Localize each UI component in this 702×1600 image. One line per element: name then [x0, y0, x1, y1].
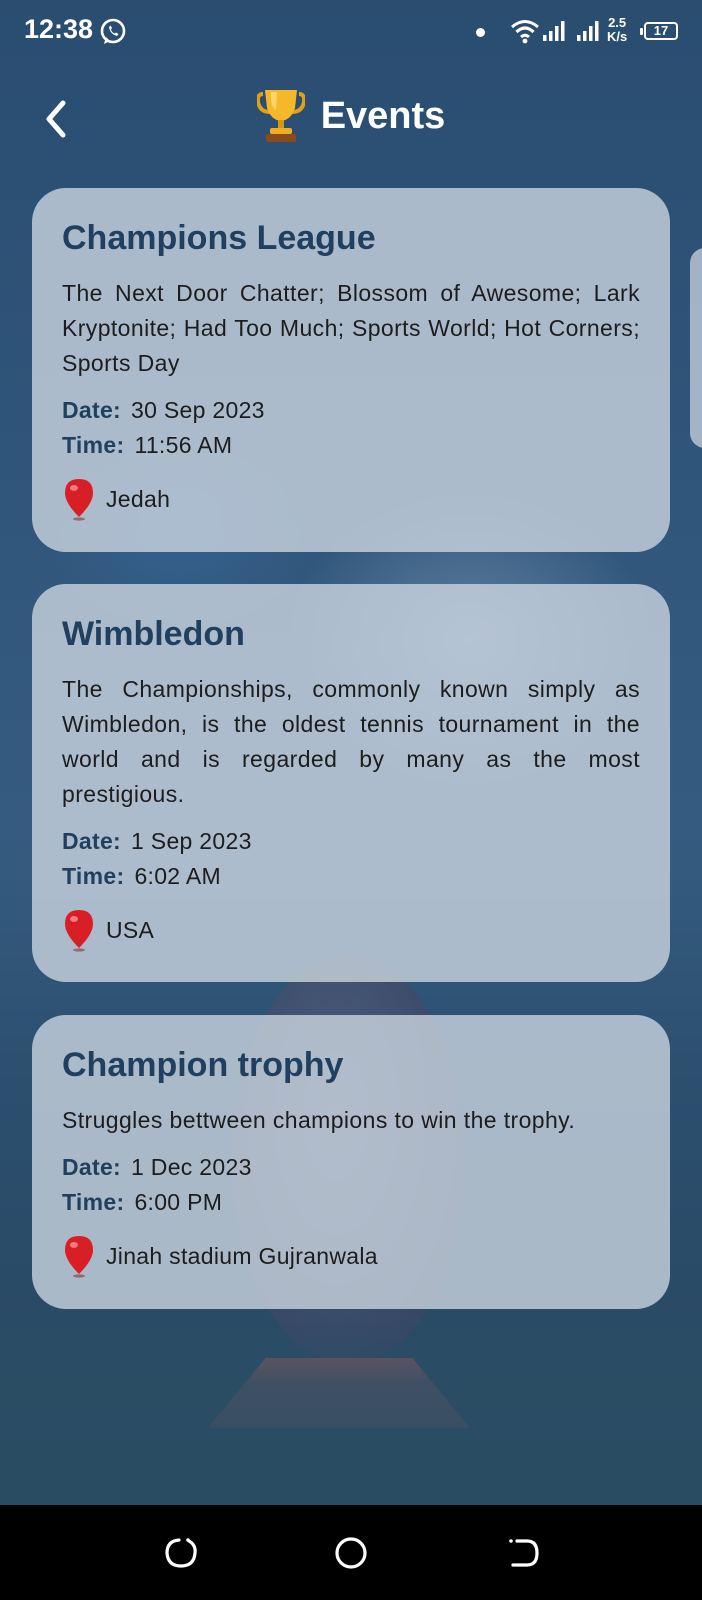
network-speed-unit: K/s: [607, 29, 628, 44]
signal-icon: [543, 21, 565, 41]
page-title: Events: [320, 94, 446, 137]
event-time-row: Time: 11:56 AM: [62, 428, 640, 463]
event-title: Wimbledon: [62, 615, 245, 653]
event-location-row: Jinah stadium Gujranwala: [62, 1234, 640, 1278]
event-date-row: Date: 1 Sep 2023: [62, 824, 640, 859]
event-date-row: Date: 1 Dec 2023: [62, 1150, 640, 1185]
signal-icon: [577, 21, 599, 41]
location-pin-icon: [65, 910, 93, 952]
event-date: 30 Sep 2023: [131, 397, 265, 423]
page-header: Events: [0, 84, 702, 148]
whatsapp-icon: [100, 18, 126, 44]
event-time-row: Time: 6:02 AM: [62, 859, 640, 894]
time-label: Time:: [62, 1189, 125, 1215]
system-nav-bar: [0, 1505, 702, 1600]
event-description: Struggles bettween champions to win the …: [62, 1107, 576, 1133]
event-date-row: Date: 30 Sep 2023: [62, 393, 640, 428]
event-title: Champions League: [62, 219, 376, 257]
event-location: Jinah stadium Gujranwala: [106, 1242, 378, 1269]
network-speed-value: 2.5: [608, 15, 627, 30]
location-pin-icon: [65, 1236, 93, 1278]
network-speed: 2.5 K/s: [607, 16, 627, 44]
event-time: 11:56 AM: [134, 432, 233, 458]
location-pin-icon: [65, 479, 93, 521]
event-card[interactable]: Wimbledon The Championships, commonly kn…: [32, 584, 670, 982]
trophy-icon: [256, 90, 305, 142]
event-date: 1 Sep 2023: [131, 828, 252, 854]
notification-dot-icon: [476, 28, 485, 37]
event-description: The Championships, commonly known simply…: [62, 676, 640, 807]
event-description: The Next Door Chatter; Blossom of Awesom…: [62, 280, 640, 376]
time-label: Time:: [62, 863, 125, 889]
event-time: 6:02 AM: [134, 863, 221, 889]
date-label: Date:: [62, 828, 122, 854]
event-card[interactable]: Champion trophy Struggles bettween champ…: [32, 1015, 670, 1309]
date-label: Date:: [62, 1154, 122, 1180]
system-back-button[interactable]: [505, 1535, 541, 1571]
event-card[interactable]: Champions League The Next Door Chatter; …: [32, 188, 670, 552]
event-location: Jedah: [106, 485, 171, 512]
event-time: 6:00 PM: [134, 1189, 223, 1215]
event-location-row: USA: [62, 908, 640, 952]
recents-button[interactable]: [163, 1535, 199, 1571]
event-title: Champion trophy: [62, 1046, 344, 1084]
battery-icon: 17: [640, 22, 678, 40]
time-label: Time:: [62, 432, 125, 458]
home-button[interactable]: [333, 1535, 369, 1571]
event-location: USA: [106, 916, 155, 943]
grass-field-image: [0, 1300, 702, 1505]
event-date: 1 Dec 2023: [131, 1154, 252, 1180]
event-time-row: Time: 6:00 PM: [62, 1185, 640, 1220]
wifi-icon: [511, 20, 539, 44]
event-location-row: Jedah: [62, 477, 640, 521]
date-label: Date:: [62, 397, 122, 423]
status-bar: 12:38 2.5 K/s 17: [0, 0, 702, 64]
offscreen-card-edge: [690, 248, 702, 448]
status-time: 12:38: [24, 14, 94, 44]
